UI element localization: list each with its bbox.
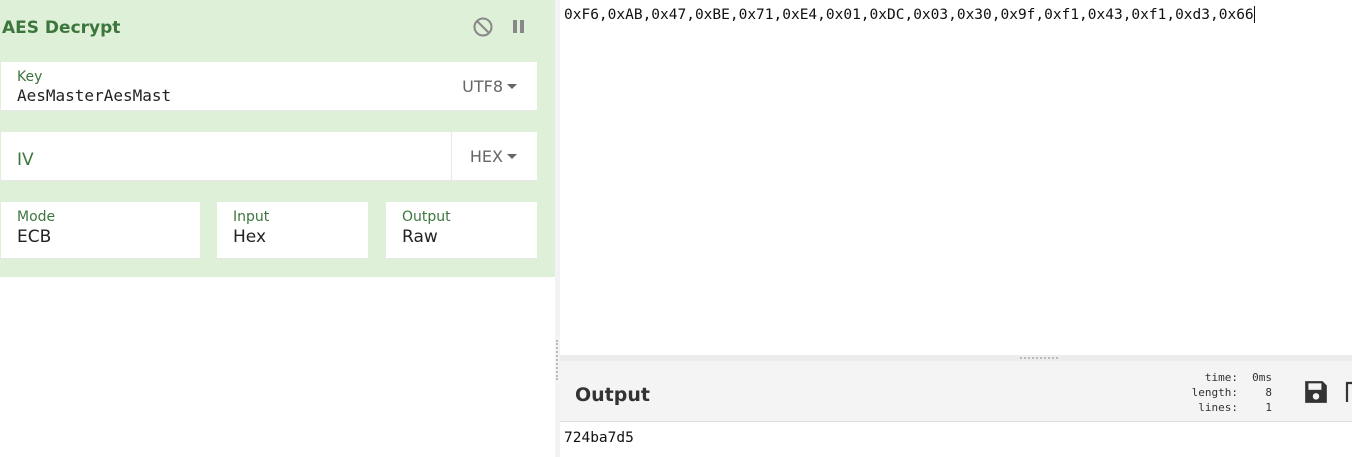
output-text: 724ba7d5 bbox=[564, 430, 634, 446]
caret-down-icon bbox=[507, 84, 517, 89]
input-format-select[interactable]: Input Hex bbox=[217, 202, 368, 259]
mode-value: ECB bbox=[17, 227, 52, 247]
key-encoding-label: UTF8 bbox=[462, 76, 503, 96]
output-title: Output bbox=[575, 384, 650, 406]
stat-time: time: 0ms bbox=[1168, 370, 1272, 385]
iv-field[interactable]: IV HEX bbox=[1, 132, 537, 181]
input-format-value: Hex bbox=[233, 227, 267, 247]
caret-down-icon bbox=[507, 154, 517, 159]
key-input[interactable]: AesMasterAesMast bbox=[17, 86, 171, 105]
stat-lines-label: lines: bbox=[1198, 401, 1238, 414]
copy-icon[interactable] bbox=[1345, 378, 1352, 404]
recipe-pane: AES Decrypt Key AesMasterAesMast UTF8 IV… bbox=[0, 0, 555, 457]
input-pane[interactable]: 0xF6,0xAB,0x47,0xBE,0x71,0xE4,0x01,0xDC,… bbox=[560, 0, 1352, 355]
stat-length: length: 8 bbox=[1168, 385, 1272, 400]
stat-length-value: 8 bbox=[1265, 386, 1272, 399]
output-format-value: Raw bbox=[402, 227, 438, 247]
output-header: Output time: 0ms length: 8 lines: 1 bbox=[560, 361, 1352, 422]
key-label: Key bbox=[17, 69, 43, 85]
stat-time-value: 0ms bbox=[1252, 371, 1272, 384]
pause-icon[interactable] bbox=[509, 16, 529, 38]
output-stats: time: 0ms length: 8 lines: 1 bbox=[1168, 370, 1272, 415]
iv-encoding-label: HEX bbox=[469, 146, 503, 166]
mode-select[interactable]: Mode ECB bbox=[1, 202, 200, 259]
output-area[interactable]: 724ba7d5 bbox=[560, 422, 1352, 457]
key-field[interactable]: Key AesMasterAesMast UTF8 bbox=[1, 62, 537, 111]
iv-label: IV bbox=[17, 150, 34, 170]
disable-icon[interactable] bbox=[472, 16, 494, 38]
output-format-select[interactable]: Output Raw bbox=[386, 202, 537, 259]
iv-encoding-dropdown[interactable]: HEX bbox=[470, 132, 517, 180]
input-format-label: Input bbox=[233, 209, 270, 225]
horizontal-split-grip[interactable] bbox=[1020, 357, 1058, 359]
mode-label: Mode bbox=[17, 209, 56, 225]
stat-length-label: length: bbox=[1191, 386, 1238, 399]
save-icon[interactable] bbox=[1303, 379, 1329, 405]
stat-time-label: time: bbox=[1204, 371, 1238, 384]
vertical-split-grip[interactable] bbox=[556, 340, 558, 380]
input-textarea[interactable]: 0xF6,0xAB,0x47,0xBE,0x71,0xE4,0x01,0xDC,… bbox=[564, 6, 1255, 23]
iv-divider bbox=[451, 132, 452, 181]
aes-decrypt-operation: AES Decrypt Key AesMasterAesMast UTF8 IV… bbox=[0, 0, 555, 277]
key-encoding-dropdown[interactable]: UTF8 bbox=[462, 62, 517, 110]
text-cursor bbox=[1253, 6, 1255, 23]
stat-lines-value: 1 bbox=[1265, 401, 1272, 414]
input-text: 0xF6,0xAB,0x47,0xBE,0x71,0xE4,0x01,0xDC,… bbox=[564, 7, 1254, 23]
operation-title: AES Decrypt bbox=[2, 18, 121, 38]
stat-lines: lines: 1 bbox=[1168, 400, 1272, 415]
output-format-label: Output bbox=[402, 209, 451, 225]
